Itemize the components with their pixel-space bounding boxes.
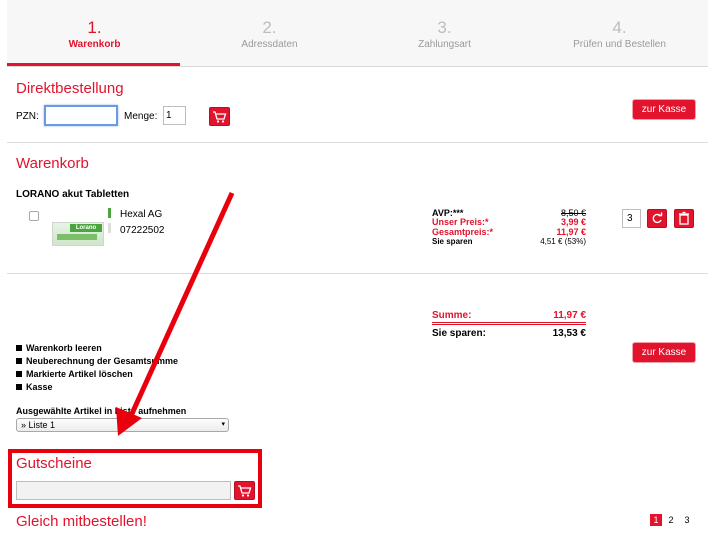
divider <box>7 142 708 143</box>
gesamtpreis-row: Gesamtpreis:* 11,97 € <box>432 227 586 237</box>
select-arrows-icon: ▾ <box>221 421 225 428</box>
page-3-button[interactable]: 3 <box>681 514 693 526</box>
unser-preis-row: Unser Preis:* 3,99 € <box>432 217 586 227</box>
page-2-button[interactable]: 2 <box>665 514 677 526</box>
sparen-label: Sie sparen <box>432 237 473 246</box>
step-label: Prüfen und Bestellen <box>573 39 666 50</box>
delete-button[interactable] <box>674 209 694 228</box>
gutschein-input[interactable] <box>16 481 231 500</box>
sie-sparen-row: Sie sparen: 13,53 € <box>432 328 586 339</box>
cart-icon <box>238 485 252 497</box>
step-label: Zahlungsart <box>418 39 471 50</box>
step-number: 3. <box>437 18 452 37</box>
step-number: 4. <box>612 18 627 37</box>
mitbestellen-title: Gleich mitbestellen! <box>16 513 147 530</box>
gesamtpreis-label: Gesamtpreis:* <box>432 227 494 237</box>
warenkorb-title: Warenkorb <box>16 155 89 172</box>
active-step-indicator <box>7 63 180 66</box>
cart-icon <box>213 111 227 123</box>
gesamtpreis-value: 11,97 € <box>556 227 586 237</box>
step-warenkorb[interactable]: 1. Warenkorb <box>7 18 182 52</box>
step-adressdaten[interactable]: 2. Adressdaten <box>182 18 357 52</box>
step-number: 1. <box>87 18 102 37</box>
liste-select-value: » Liste 1 <box>21 420 56 430</box>
zur-kasse-button-bottom[interactable]: zur Kasse <box>633 343 695 362</box>
action-neuberechnung[interactable]: Neuberechnung der Gesamtsumme <box>16 355 178 368</box>
menge-input[interactable] <box>163 106 186 125</box>
step-pruefen[interactable]: 4. Prüfen und Bestellen <box>532 18 707 52</box>
zur-kasse-button-top[interactable]: zur Kasse <box>633 100 695 119</box>
summe-row: Summe: 11,97 € <box>432 310 586 321</box>
product-pzn: 07222502 <box>120 225 165 236</box>
gutschein-submit-button[interactable] <box>234 481 255 500</box>
sie-sparen-value: 13,53 € <box>552 328 586 339</box>
sparen-value: 4,51 € (53%) <box>540 237 586 246</box>
quantity-input[interactable] <box>622 209 641 228</box>
step-label: Warenkorb <box>68 39 121 50</box>
menge-label: Menge: <box>124 111 158 122</box>
action-kasse[interactable]: Kasse <box>16 381 53 394</box>
availability-indicator <box>108 208 111 218</box>
divider <box>7 273 708 274</box>
sie-sparen-label: Sie sparen: <box>432 328 486 339</box>
unser-preis-value: 3,99 € <box>560 217 586 227</box>
summe-value: 11,97 € <box>553 310 586 321</box>
product-brand-label: Lorano <box>70 224 102 232</box>
product-maker: Hexal AG <box>120 209 163 220</box>
summe-label: Summe: <box>432 310 472 321</box>
refresh-icon <box>652 212 663 224</box>
liste-label: Ausgewählte Artikel in Liste aufnehmen <box>16 406 187 416</box>
trash-icon <box>679 211 689 225</box>
liste-select[interactable]: » Liste 1 ▾ <box>16 418 229 432</box>
sparen-row: Sie sparen 4,51 € (53%) <box>432 237 586 247</box>
step-label: Adressdaten <box>241 39 298 50</box>
step-number: 2. <box>262 18 277 37</box>
pzn-input[interactable] <box>44 105 118 126</box>
step-zahlungsart[interactable]: 3. Zahlungsart <box>357 18 532 52</box>
summe-underline <box>432 322 586 323</box>
gutscheine-title: Gutscheine <box>16 455 92 472</box>
action-warenkorb-leeren[interactable]: Warenkorb leeren <box>16 342 102 355</box>
pzn-label: PZN: <box>16 111 39 122</box>
action-artikel-loeschen[interactable]: Markierte Artikel löschen <box>16 368 133 381</box>
direktbestellung-title: Direktbestellung <box>16 80 124 97</box>
product-name: LORANO akut Tabletten <box>16 189 130 200</box>
product-checkbox[interactable] <box>29 211 39 221</box>
refresh-button[interactable] <box>647 209 667 228</box>
page-1-button[interactable]: 1 <box>650 514 662 526</box>
add-to-cart-button[interactable] <box>209 107 230 126</box>
unser-preis-label: Unser Preis:* <box>432 217 489 227</box>
product-image[interactable]: Lorano <box>52 222 104 246</box>
